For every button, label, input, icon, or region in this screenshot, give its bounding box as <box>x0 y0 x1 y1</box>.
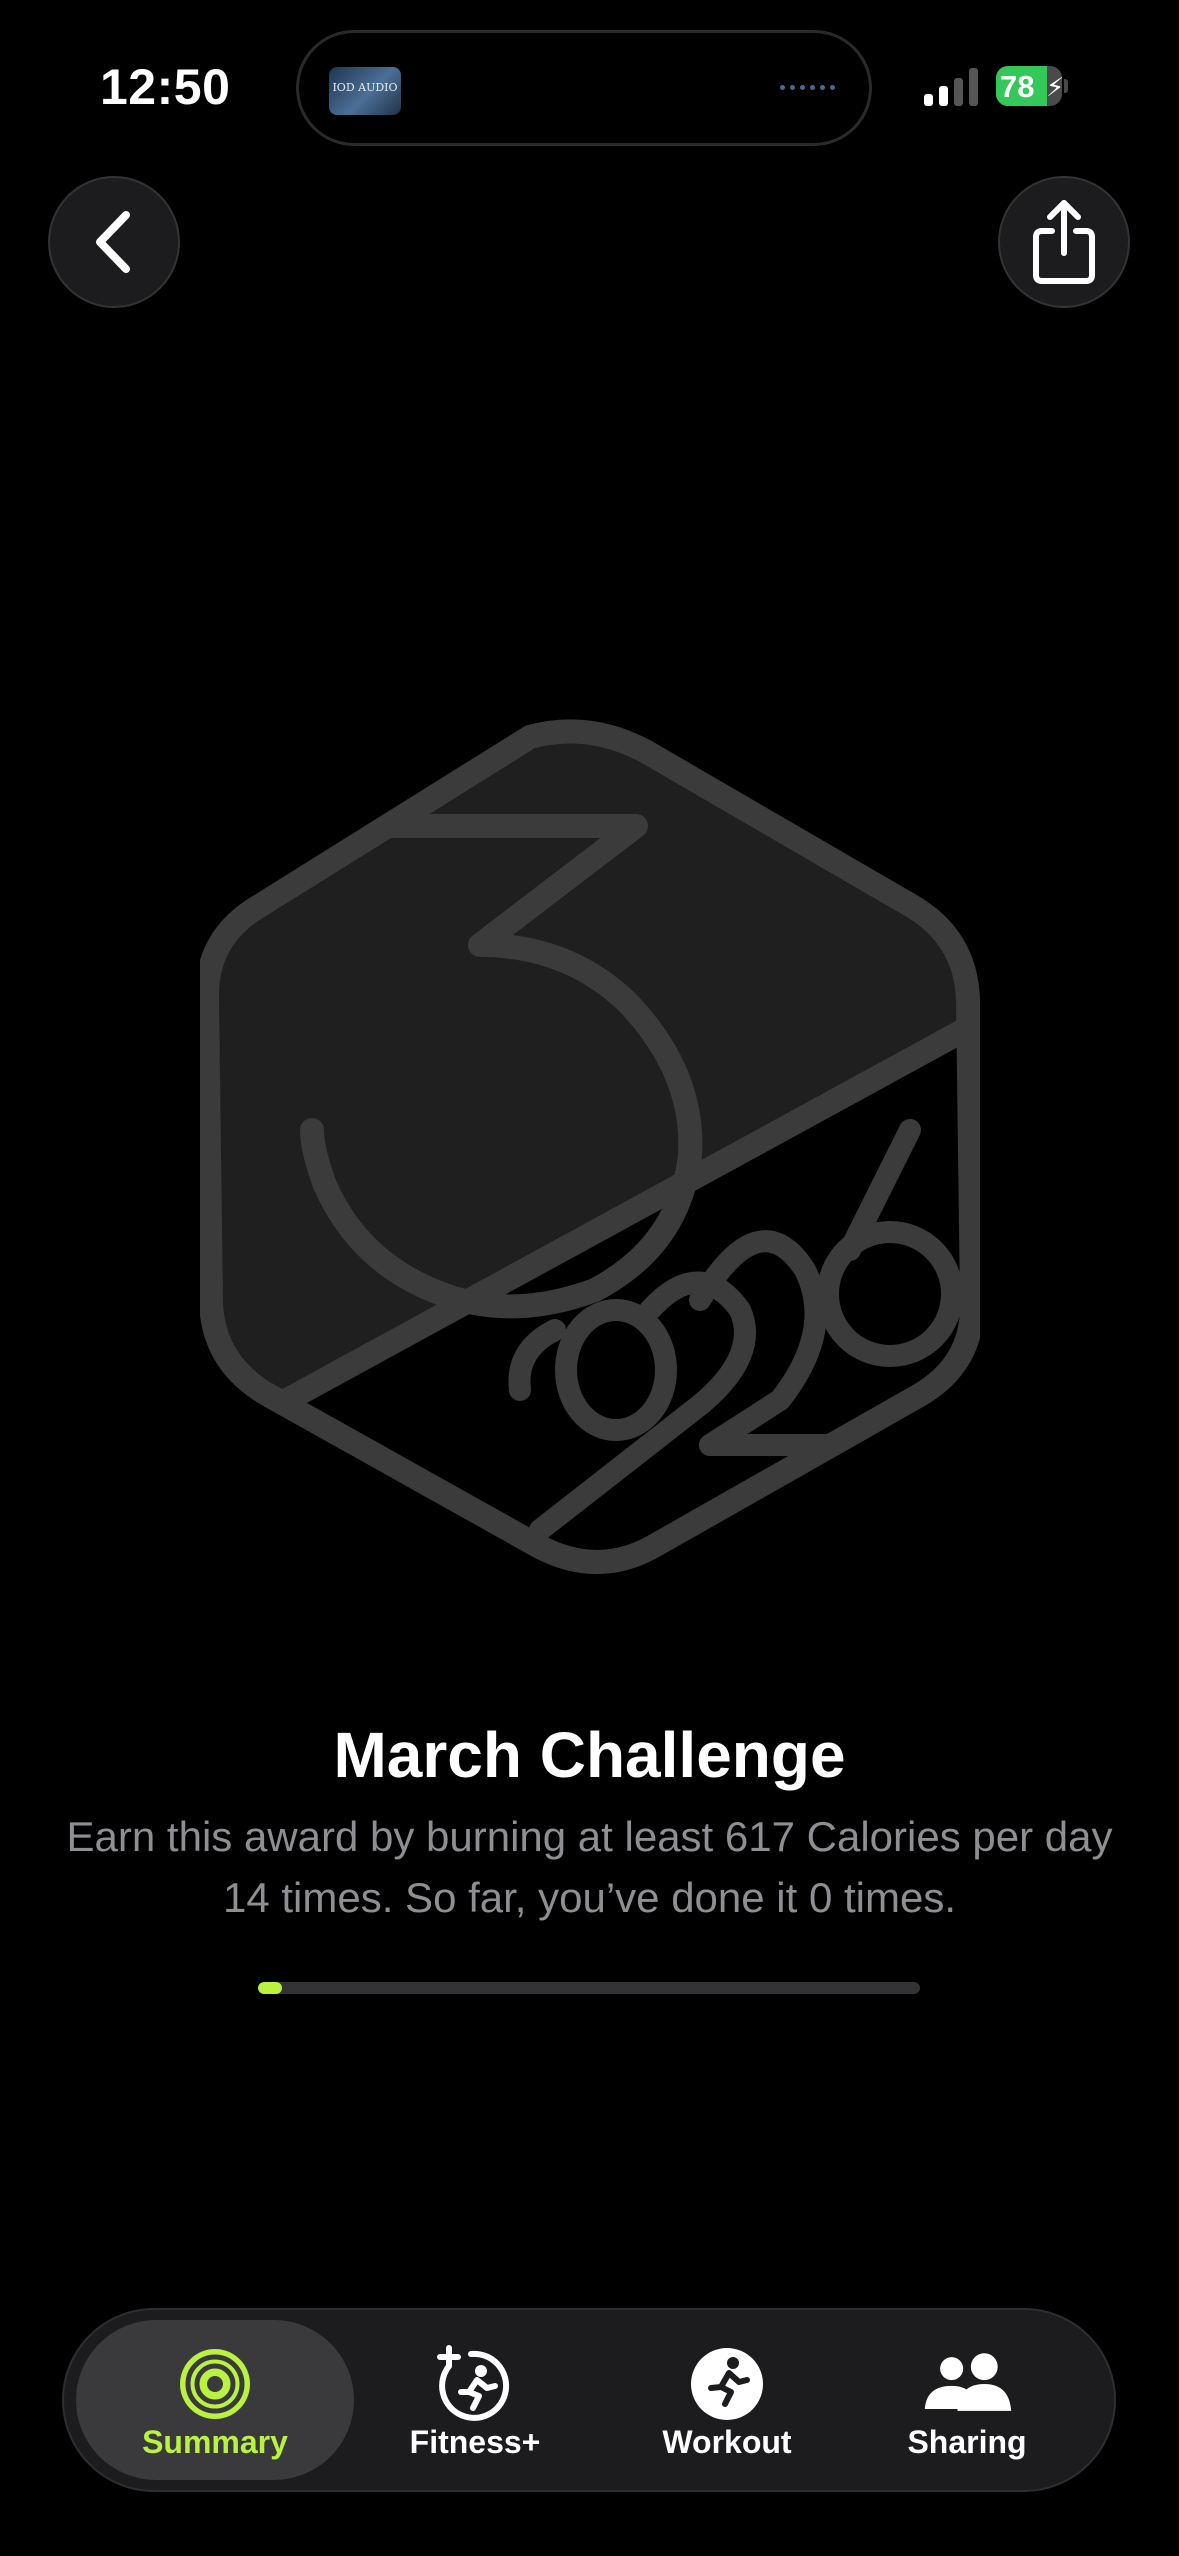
award-description: Earn this award by burning at least 617 … <box>66 1813 1113 1921</box>
activity-rings-icon <box>180 2349 250 2419</box>
tab-workout-label: Workout <box>662 2424 792 2460</box>
status-time: 12:50 <box>100 59 231 115</box>
charging-bolt-icon: ⚡ <box>1046 72 1062 102</box>
people-icon <box>924 2353 1012 2411</box>
tab-sharing-label: Sharing <box>907 2424 1027 2460</box>
award-title: March Challenge <box>333 1719 846 1791</box>
chevron-left-icon <box>96 211 130 273</box>
tab-summary[interactable]: Summary <box>76 2320 354 2480</box>
award-progress-bar <box>258 1982 920 1994</box>
audio-waveform-icon <box>780 85 835 90</box>
tab-summary-label: Summary <box>142 2424 288 2460</box>
running-figure-icon <box>691 2348 763 2420</box>
share-icon <box>1033 200 1095 284</box>
march-challenge-badge-icon <box>200 719 980 1574</box>
tab-workout[interactable]: Workout <box>588 2320 866 2480</box>
now-playing-artwork-text: IOD AUDIO <box>332 81 398 94</box>
back-button[interactable] <box>48 176 180 308</box>
battery-percentage: 78 <box>1000 69 1035 104</box>
tab-fitness-plus-label: Fitness+ <box>409 2424 541 2460</box>
tab-fitness-plus[interactable]: Fitness+ <box>336 2320 614 2480</box>
dynamic-island[interactable]: IOD AUDIO <box>296 30 872 146</box>
tab-sharing[interactable]: Sharing <box>828 2320 1106 2480</box>
cellular-signal-icon <box>924 68 978 106</box>
now-playing-artwork[interactable]: IOD AUDIO <box>329 67 401 115</box>
tab-bar: Summary Fitness+ Workout Sharing <box>62 2308 1116 2492</box>
share-button[interactable] <box>998 176 1130 308</box>
battery-indicator: 78 ⚡ <box>996 66 1068 106</box>
fitness-plus-icon <box>437 2345 510 2421</box>
award-progress-fill <box>258 1982 282 1994</box>
